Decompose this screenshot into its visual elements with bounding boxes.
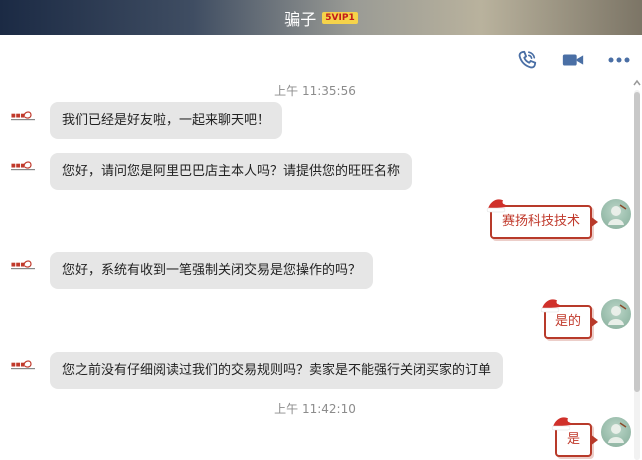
santa-hat-icon: [486, 199, 508, 213]
more-dots-icon: [608, 57, 630, 63]
title-wrap: 骗子 5VIP1: [284, 6, 358, 30]
avatar-icon: [608, 422, 627, 443]
sender-logo-icon: ■■■: [11, 161, 35, 171]
video-camera-icon: [562, 54, 584, 66]
phone-icon: [518, 50, 537, 69]
svg-text:■■■: ■■■: [11, 163, 25, 169]
santa-hat-icon: [540, 299, 562, 313]
user-avatar[interactable]: [601, 199, 631, 229]
sender-logo-icon: ■■■: [11, 360, 35, 370]
message-bubble: 您之前没有仔细阅读过我们的交易规则吗？卖家是不能强行关闭买家的订单: [50, 352, 504, 389]
sender-logo-icon: ■■■: [11, 111, 35, 121]
user-avatar[interactable]: [601, 299, 631, 329]
message-bubble: 您好，系统有收到一笔强制关闭交易是您操作的吗？: [50, 252, 374, 289]
reply-text: 是的: [554, 314, 581, 329]
avatar-icon: [608, 204, 627, 225]
santa-hat-icon: [551, 417, 573, 431]
reply-bubble: 是的: [540, 299, 598, 339]
contact-name: 骗子: [284, 9, 317, 29]
svg-text:■■■: ■■■: [11, 113, 25, 119]
reply-text: 是: [566, 432, 580, 447]
sender-logo-icon: ■■■: [11, 260, 35, 270]
chat-history[interactable]: 上午 11:35:56 ■■■ 我们已经是好友啦，一起来聊天吧！ ■■■ 您好，…: [0, 75, 631, 460]
svg-text:■■■: ■■■: [11, 362, 25, 368]
chat-toolbar: [514, 45, 632, 75]
user-avatar[interactable]: [601, 417, 631, 447]
message-bubble: 您好，请问您是阿里巴巴店主本人吗？请提供您的旺旺名称: [50, 153, 413, 190]
reply-bubble: 赛扬科技技术: [486, 199, 598, 239]
voice-call-button[interactable]: [514, 47, 540, 73]
timestamp: 上午 11:35:56: [274, 84, 356, 98]
video-call-button[interactable]: [560, 47, 586, 73]
reply-text: 赛扬科技技术: [501, 214, 580, 229]
avatar-icon: [608, 304, 627, 325]
scroll-up-arrow-icon[interactable]: [633, 78, 641, 88]
scroll-thumb[interactable]: [634, 92, 640, 392]
svg-text:■■■: ■■■: [11, 262, 25, 268]
more-options-button[interactable]: [606, 47, 632, 73]
message-bubble: 我们已经是好友啦，一起来聊天吧！: [50, 102, 283, 139]
reply-bubble: 是: [551, 417, 598, 457]
title-bar: 骗子 5VIP1: [0, 0, 642, 35]
timestamp: 上午 11:42:10: [274, 402, 356, 416]
vertical-scrollbar[interactable]: [632, 78, 642, 460]
vip-badge: 5VIP1: [322, 11, 358, 24]
